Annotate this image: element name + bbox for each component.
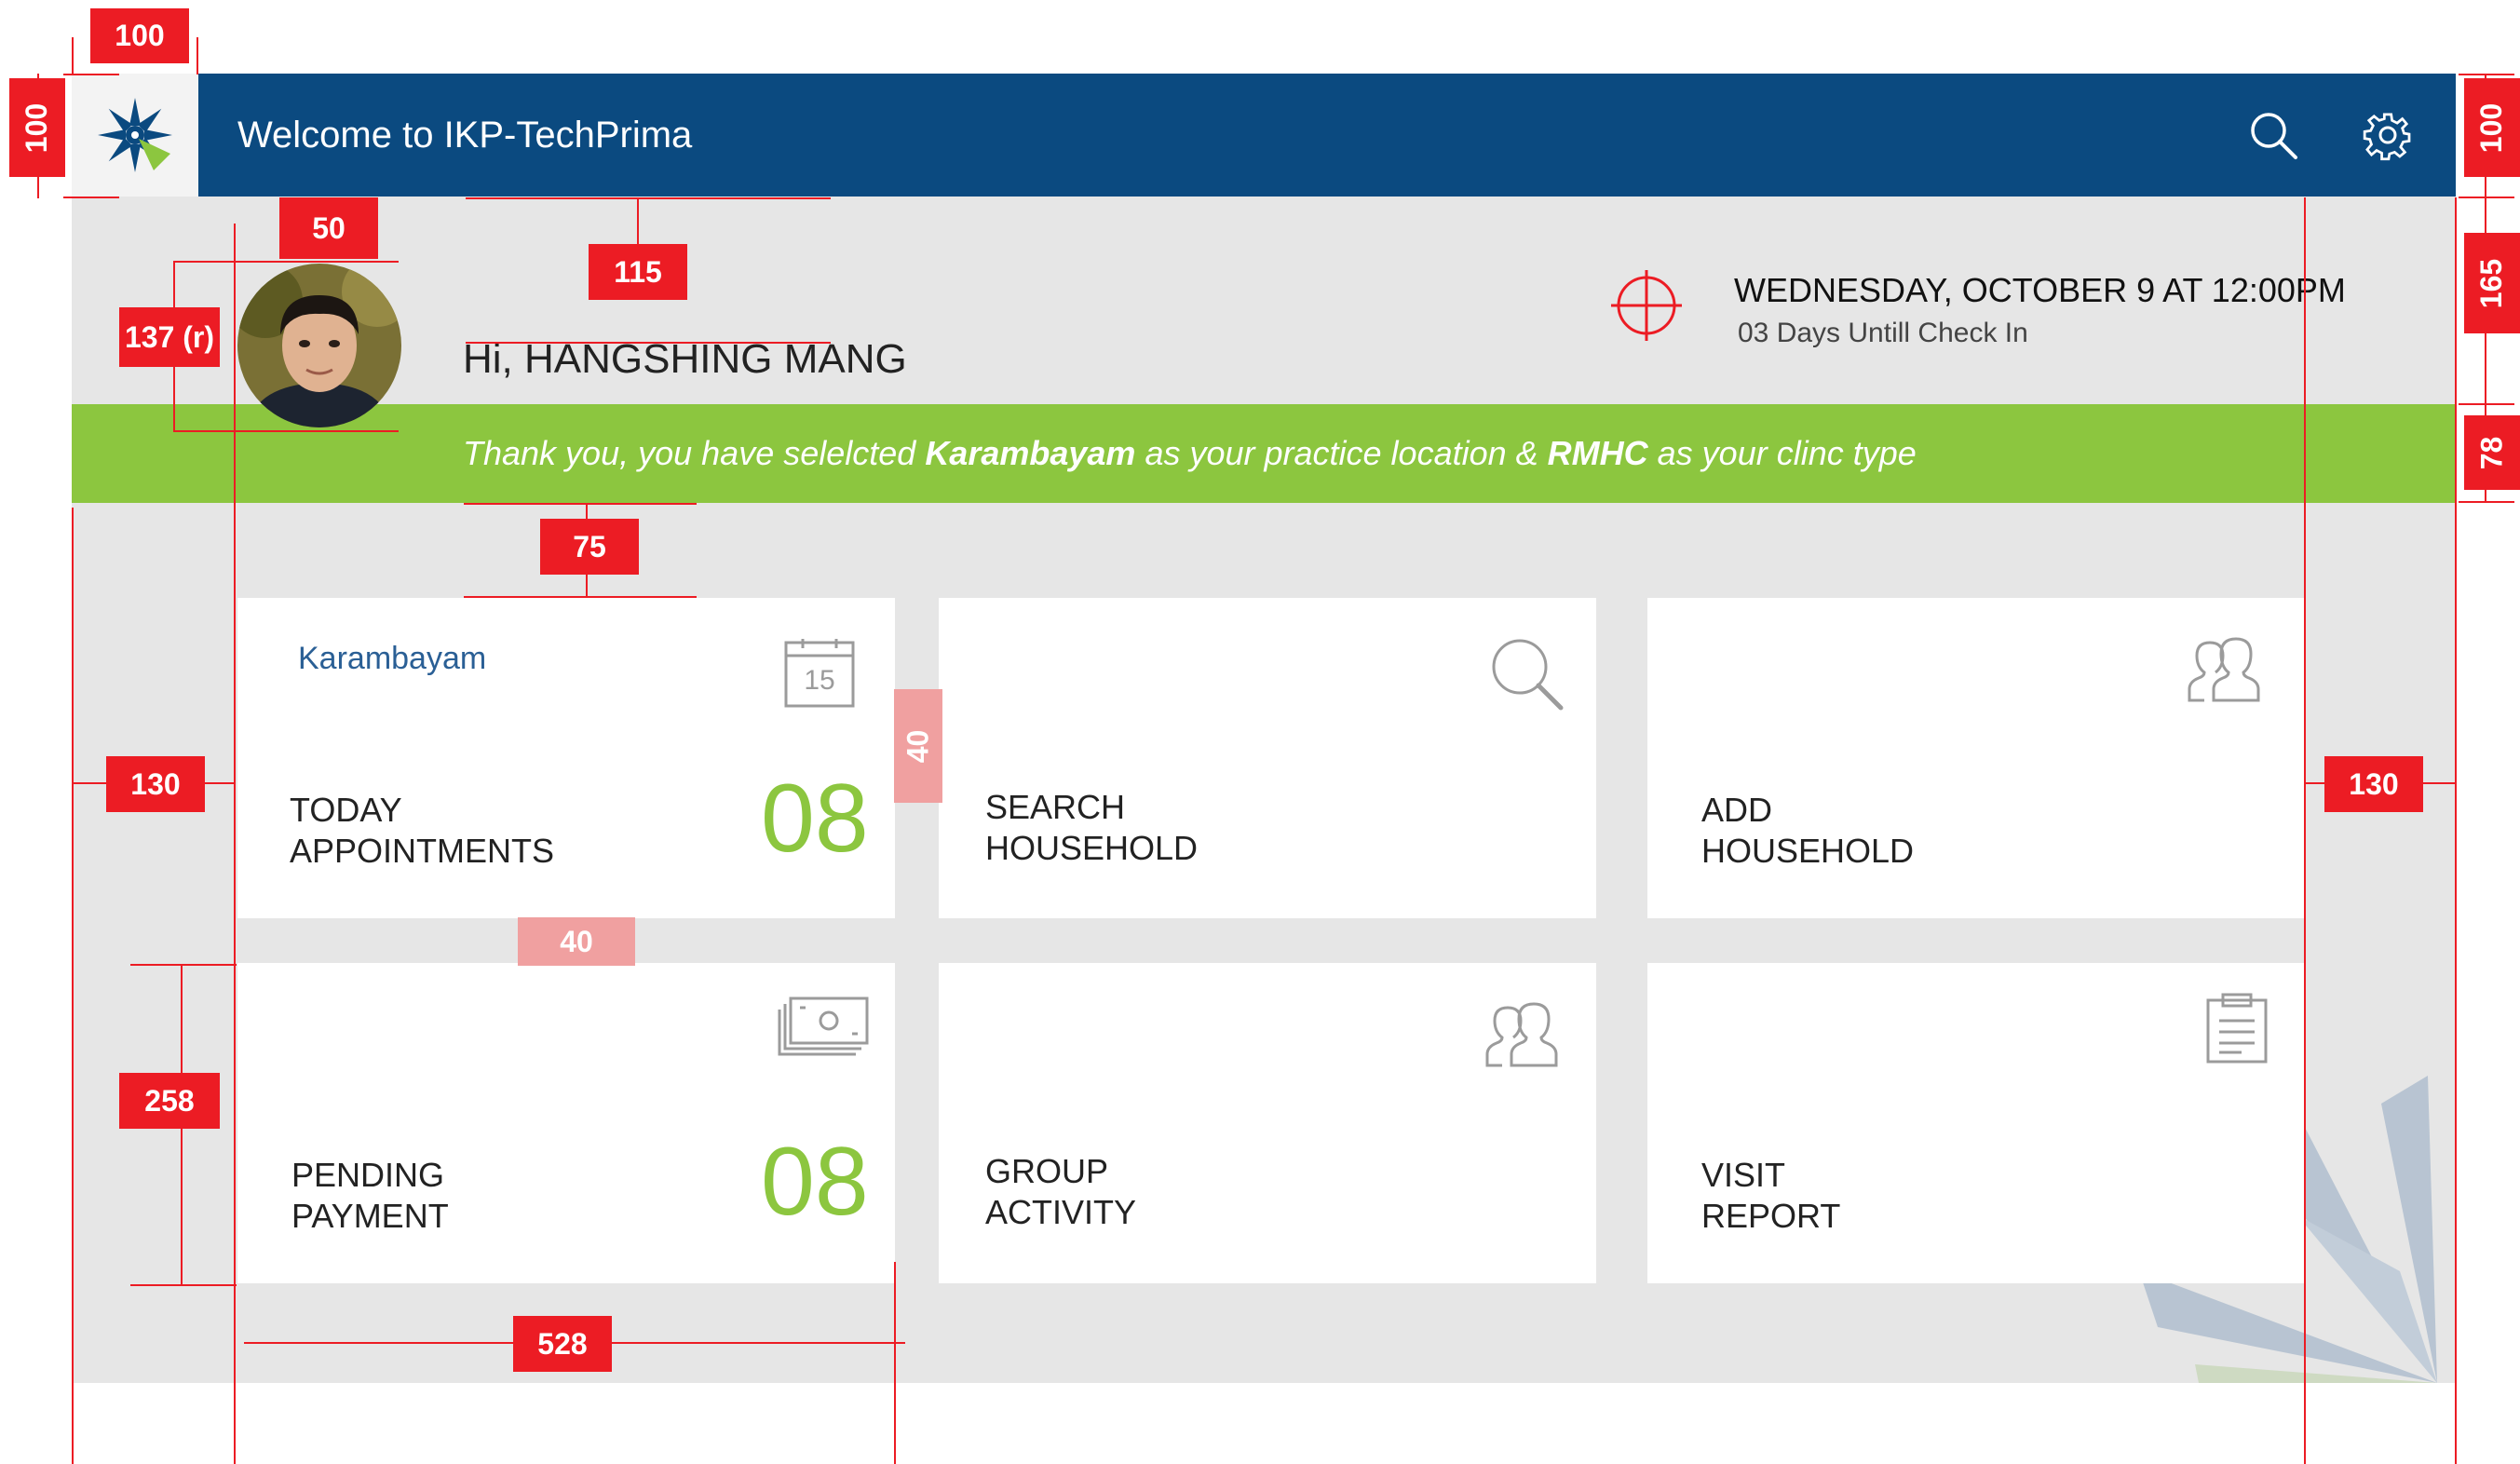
dimension-badge: 528 [513, 1316, 612, 1372]
tile-search-household[interactable]: SEARCH HOUSEHOLD [939, 598, 1596, 918]
clipboard-icon [2206, 993, 2268, 1064]
tile-title-line2: REPORT [1701, 1197, 1841, 1235]
checkin-days-left: 03 Days Untill Check In [1738, 318, 2028, 348]
search-icon [1492, 639, 1564, 711]
banner-middle: as your practice location & [1135, 434, 1548, 472]
location-banner: Thank you, you have selelcted Karambayam… [72, 404, 2456, 503]
payment-count: 08 [761, 1128, 869, 1236]
tile-location-label: Karambayam [298, 641, 487, 676]
app-title: Welcome to IKP-TechPrima [237, 115, 693, 156]
dimension-badge: 130 [2324, 756, 2423, 812]
guide-line [72, 508, 74, 1464]
dimension-badge-text: 40 [901, 729, 935, 763]
guide-line [464, 596, 697, 598]
logo-box[interactable] [72, 74, 198, 197]
guide-line [2459, 403, 2514, 405]
tile-pending-payment[interactable]: PENDING PAYMENT 08 [237, 963, 895, 1283]
tile-add-household[interactable]: ADD HOUSEHOLD [1647, 598, 2305, 918]
banner-suffix: as your clinc type [1647, 434, 1917, 472]
calendar-day: 15 [804, 665, 835, 696]
banner-clinic: RMHC [1547, 434, 1648, 472]
dimension-badge: 50 [279, 197, 378, 259]
guide-line [130, 964, 237, 966]
search-icon[interactable] [2247, 109, 2299, 161]
dimension-badge: 137 (r) [119, 307, 220, 367]
guide-line [72, 37, 74, 75]
dimension-badge: 100 [2464, 78, 2520, 177]
target-icon [1611, 270, 1682, 341]
guide-line [175, 261, 399, 263]
guide-line [464, 503, 697, 505]
tile-group-activity[interactable]: GROUP ACTIVITY [939, 963, 1596, 1283]
guide-line [466, 197, 831, 199]
tile-title-line1: GROUP [985, 1152, 1109, 1190]
checkin-date: WEDNESDAY, OCTOBER 9 AT 12:00PM [1734, 271, 2346, 309]
tile-today-appointments[interactable]: Karambayam 15 TODAY APPOINTMENTS 08 [237, 598, 895, 918]
guide-line [196, 37, 198, 75]
user-avatar [237, 264, 401, 427]
banner-text: Thank you, you have selelcted Karambayam… [463, 404, 1917, 503]
tile-title-line2: HOUSEHOLD [985, 829, 1199, 867]
tile-title-line2: APPOINTMENTS [290, 832, 555, 870]
dimension-badge: 115 [589, 244, 687, 300]
dimension-badge-text: 100 [2474, 102, 2509, 153]
group-icon [1485, 1002, 1558, 1067]
dimension-badge: 78 [2464, 415, 2520, 490]
dimension-badge: 100 [90, 8, 189, 63]
tile-title-line1: TODAY [290, 791, 402, 829]
snowflake-logo-icon [98, 98, 172, 172]
guide-line [63, 197, 119, 198]
tile-visit-report[interactable]: VISIT REPORT [1647, 963, 2305, 1283]
dimension-badge-text: 165 [2474, 258, 2509, 308]
guide-line [2455, 197, 2457, 1464]
dimension-badge-text: 78 [2474, 436, 2509, 469]
dimension-badge: 258 [119, 1073, 220, 1129]
gear-icon[interactable] [2362, 109, 2414, 161]
tile-title-line1: PENDING [291, 1156, 445, 1194]
guide-line [234, 224, 236, 1464]
money-icon [778, 996, 869, 1056]
guide-line [2304, 197, 2306, 1464]
banner-location: Karambayam [925, 434, 1136, 472]
dimension-badge-text: 100 [20, 102, 54, 153]
guide-line [2459, 501, 2514, 503]
dimension-badge: 165 [2464, 233, 2520, 333]
dimension-badge: 40 [518, 917, 635, 966]
dimension-badge: 75 [540, 519, 639, 575]
app-screen: Welcome to IKP-TechPrima Karambayam 15 T… [72, 74, 2456, 1383]
dimension-badge: 40 [894, 689, 942, 803]
guide-line [175, 430, 399, 432]
avatar[interactable] [237, 264, 401, 427]
guide-line [2459, 197, 2514, 198]
guide-line [130, 1284, 237, 1286]
tile-title-line1: ADD [1701, 791, 1773, 829]
guide-line [2459, 74, 2514, 75]
dimension-badge: 100 [9, 78, 65, 177]
guide-line [466, 342, 831, 344]
tile-title-line1: VISIT [1701, 1156, 1786, 1194]
top-bar: Welcome to IKP-TechPrima [72, 74, 2456, 197]
tile-title-line2: HOUSEHOLD [1701, 832, 1915, 870]
tile-title-line1: SEARCH [985, 788, 1126, 826]
users-icon [2188, 637, 2260, 702]
banner-prefix: Thank you, you have selelcted [463, 434, 926, 472]
tile-title-line2: ACTIVITY [985, 1193, 1137, 1231]
guide-line [894, 1262, 896, 1464]
dimension-badge: 130 [106, 756, 205, 812]
appointments-count: 08 [761, 765, 869, 873]
tile-title-line2: PAYMENT [291, 1197, 449, 1235]
